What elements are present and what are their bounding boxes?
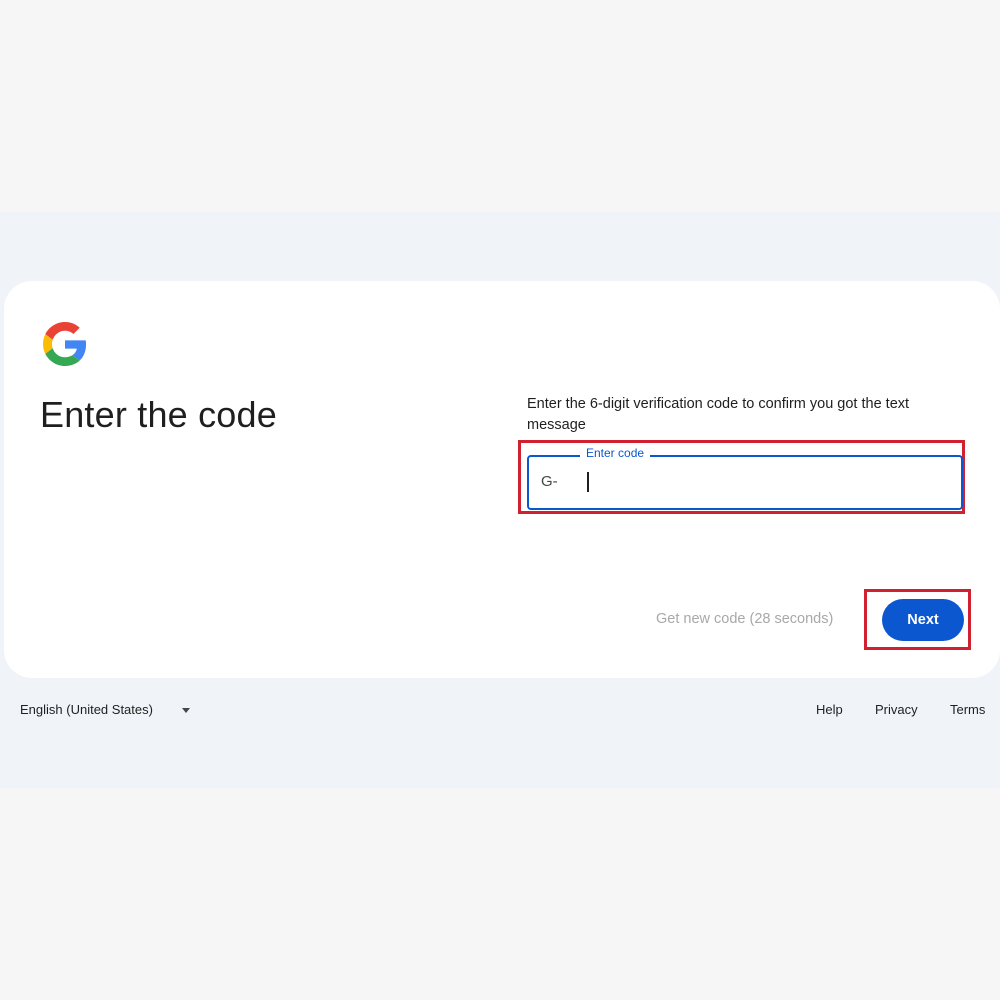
text-caret — [587, 472, 589, 492]
chevron-down-icon[interactable] — [182, 708, 190, 713]
instructions-text: Enter the 6-digit verification code to c… — [527, 396, 910, 433]
language-selector[interactable]: English (United States) — [20, 702, 153, 717]
footer-link-terms[interactable]: Terms — [950, 702, 985, 717]
google-g-icon — [43, 322, 87, 366]
footer-link-privacy[interactable]: Privacy — [875, 702, 918, 717]
get-new-code-link[interactable]: Get new code (28 seconds) — [656, 611, 833, 627]
code-prefix: G- — [541, 473, 558, 490]
next-button[interactable]: Next — [882, 599, 964, 641]
code-input[interactable] — [585, 468, 945, 496]
footer-link-help[interactable]: Help — [816, 702, 843, 717]
page-title: Enter the code — [40, 394, 277, 435]
code-field-label: Enter code — [580, 446, 651, 460]
